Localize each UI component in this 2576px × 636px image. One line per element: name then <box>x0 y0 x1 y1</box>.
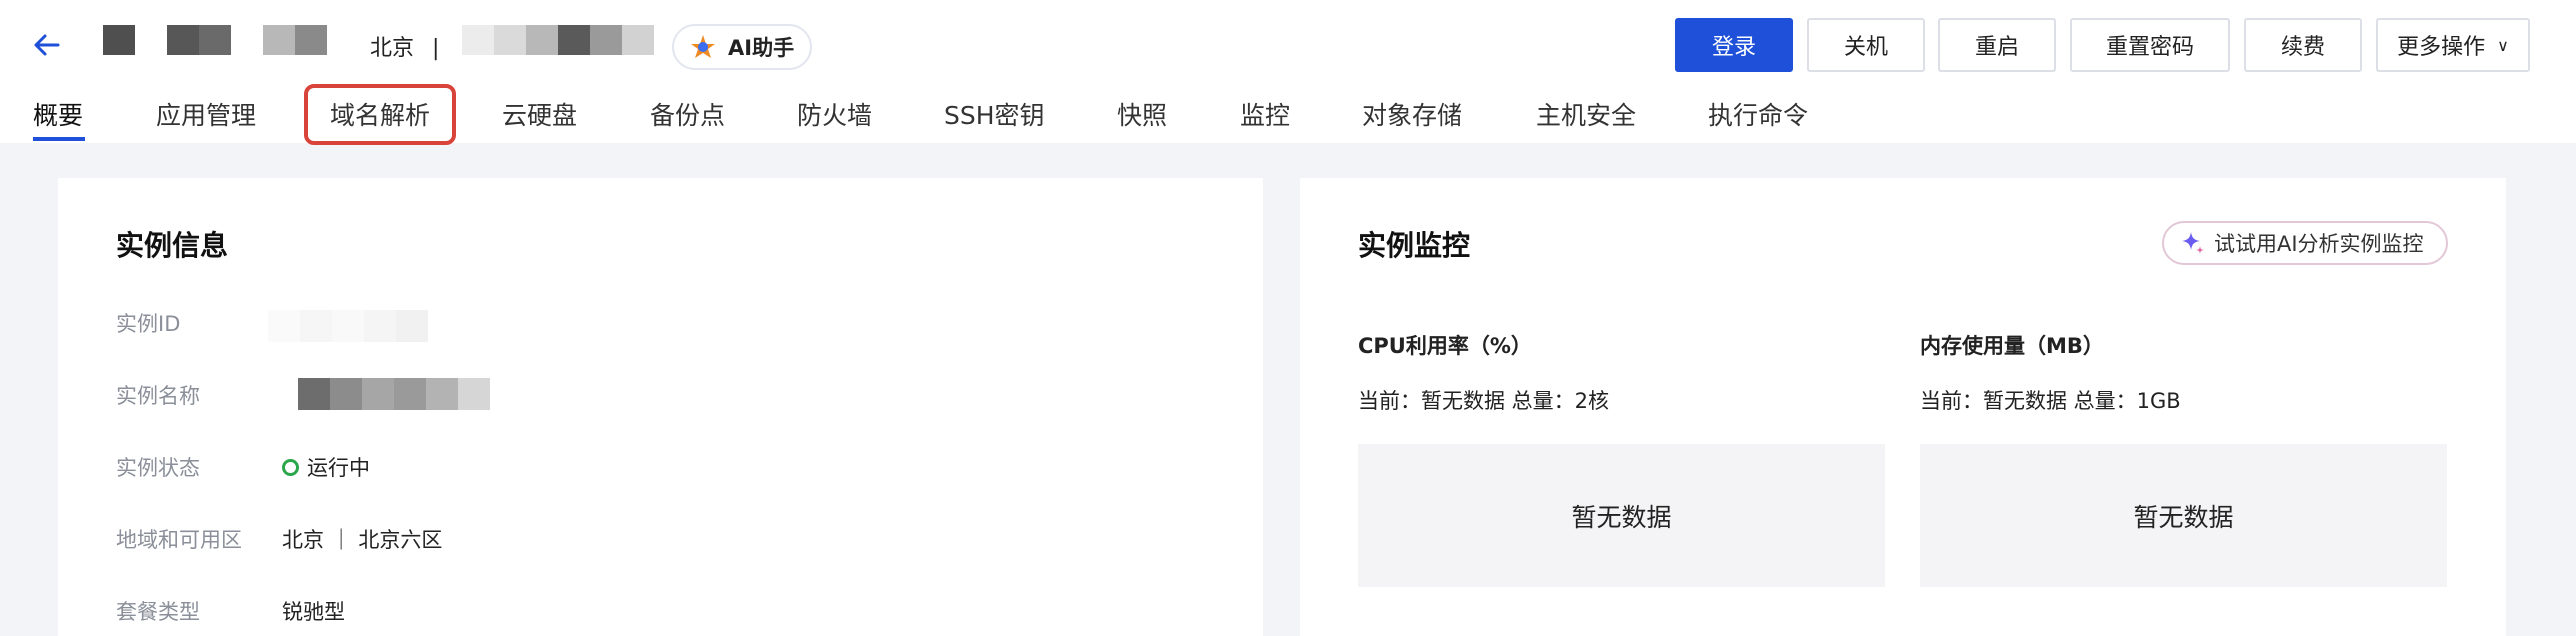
top-bar: 北京 | AI助手 登录 关机 重启 重置密码 续费 更多操作 ∨ 概要 应用管理… <box>0 0 2576 145</box>
ai-assistant-logo-icon <box>691 35 715 58</box>
reset-password-button[interactable]: 重置密码 <box>2070 18 2230 72</box>
region-zone-value: 北京 ｜ 北京六区 <box>282 528 443 552</box>
tab-cloud-disk[interactable]: 云硬盘 <box>502 96 577 132</box>
instance-monitor-title: 实例监控 <box>1358 229 1471 262</box>
redacted-instance-name-value <box>298 378 490 410</box>
tab-object-storage[interactable]: 对象存储 <box>1362 96 1462 132</box>
package-type-value: 锐驰型 <box>282 600 345 624</box>
memory-metric-summary: 当前：暂无数据 总量：1GB <box>1920 389 2181 413</box>
shutdown-button[interactable]: 关机 <box>1807 18 1925 72</box>
redacted-instance-id <box>462 25 654 55</box>
header-region: 北京 | <box>370 30 451 62</box>
instance-monitor-card: 实例监控 试试用AI分析实例监控 CPU利用率（%） 当前：暂无数据 总量：2核… <box>1300 178 2506 636</box>
more-actions-button[interactable]: 更多操作 ∨ <box>2376 18 2530 72</box>
memory-chart-empty: 暂无数据 <box>1920 444 2447 587</box>
redacted-instance-id-value <box>268 310 428 342</box>
info-label-instance-name: 实例名称 <box>116 384 200 408</box>
cpu-metric-title: CPU利用率（%） <box>1358 334 1532 358</box>
info-label-instance-status: 实例状态 <box>116 456 200 480</box>
status-ring-icon <box>282 458 299 476</box>
restart-button[interactable]: 重启 <box>1938 18 2056 72</box>
renew-button[interactable]: 续费 <box>2244 18 2362 72</box>
instance-info-card: 实例信息 实例ID 实例名称 实例状态 运行中 地域和可用区 北京 ｜ 北京六区… <box>58 178 1263 636</box>
tab-firewall[interactable]: 防火墙 <box>797 96 872 132</box>
region-name: 北京 <box>370 36 415 61</box>
instance-status-text: 运行中 <box>307 456 370 480</box>
cpu-chart-empty: 暂无数据 <box>1358 444 1885 587</box>
tab-snapshot[interactable]: 快照 <box>1117 96 1167 132</box>
active-tab-indicator <box>33 137 85 141</box>
tab-backup[interactable]: 备份点 <box>650 96 725 132</box>
login-button[interactable]: 登录 <box>1675 18 1793 72</box>
info-label-package-type: 套餐类型 <box>116 600 200 624</box>
try-ai-analysis-label: 试试用AI分析实例监控 <box>2214 232 2424 256</box>
tab-overview[interactable]: 概要 <box>33 96 83 132</box>
tab-monitoring[interactable]: 监控 <box>1240 96 1290 132</box>
instance-info-title: 实例信息 <box>116 229 229 262</box>
redacted-instance-name <box>103 25 327 55</box>
tab-ssh-keys[interactable]: SSH密钥 <box>944 96 1045 132</box>
instance-status-value: 运行中 <box>282 452 370 482</box>
info-label-region-zone: 地域和可用区 <box>116 528 242 552</box>
tab-app-management[interactable]: 应用管理 <box>156 96 256 132</box>
tab-host-security[interactable]: 主机安全 <box>1536 96 1636 132</box>
region-separator: | <box>432 36 440 61</box>
tab-highlight-box <box>304 84 456 145</box>
tab-run-command[interactable]: 执行命令 <box>1708 96 1808 132</box>
ai-assistant-label: AI助手 <box>728 36 795 60</box>
back-arrow-icon[interactable] <box>30 28 64 62</box>
try-ai-analysis-button[interactable]: 试试用AI分析实例监控 <box>2162 221 2448 265</box>
cpu-metric-summary: 当前：暂无数据 总量：2核 <box>1358 389 1610 413</box>
chevron-down-icon: ∨ <box>2497 35 2509 55</box>
sparkle-icon <box>2182 232 2204 254</box>
memory-metric-title: 内存使用量（MB） <box>1920 334 2104 358</box>
info-label-instance-id: 实例ID <box>116 312 181 336</box>
ai-assistant-button[interactable]: AI助手 <box>672 24 812 70</box>
more-actions-label: 更多操作 <box>2397 35 2486 60</box>
